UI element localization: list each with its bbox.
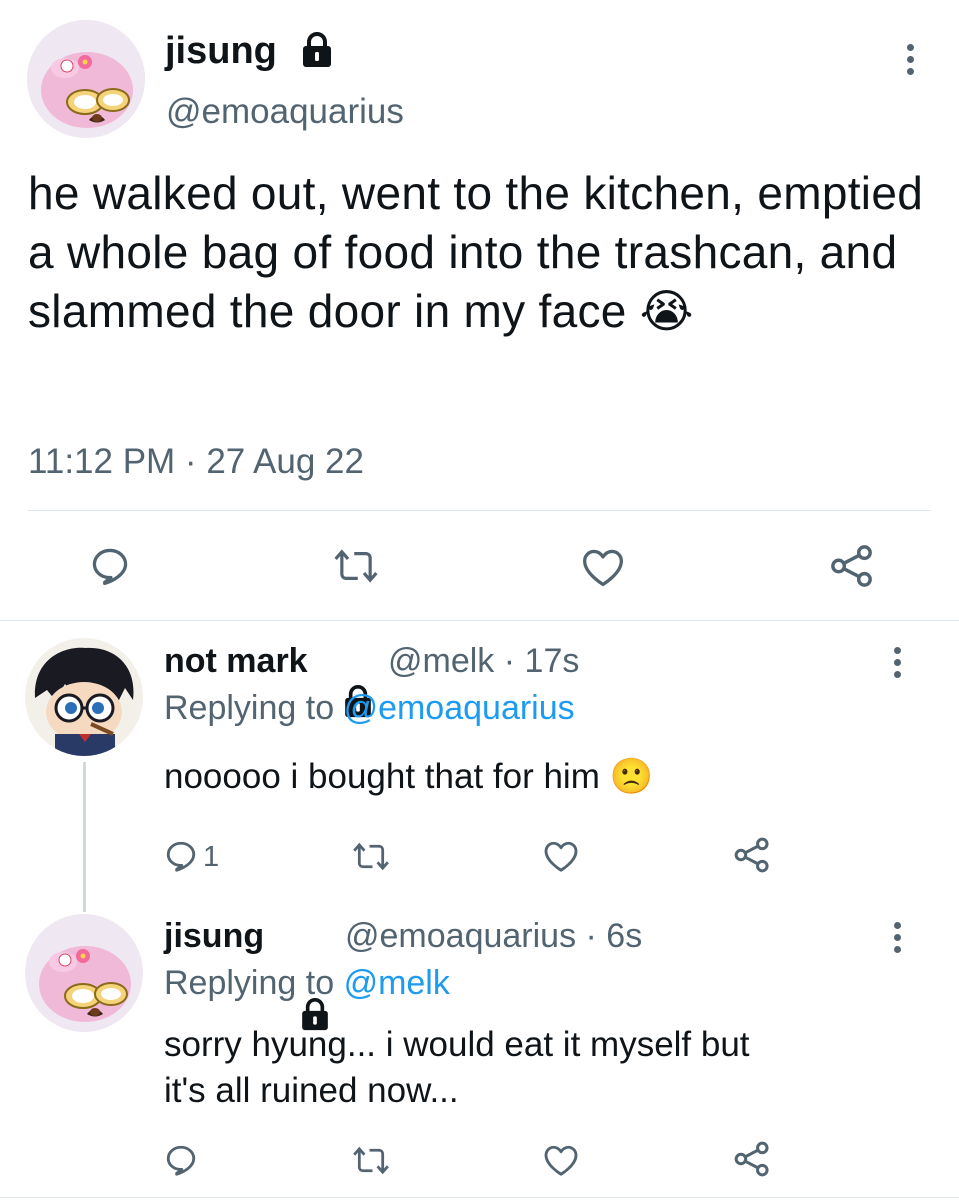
- reply-icon[interactable]: [163, 1142, 199, 1178]
- reply-text: nooooo i bought that for him 🙁: [164, 757, 654, 796]
- reply-icon[interactable]: [163, 838, 199, 874]
- relative-time[interactable]: · 6s: [586, 917, 643, 955]
- handle[interactable]: @emoaquarius: [345, 917, 576, 955]
- display-name[interactable]: not mark: [164, 640, 308, 682]
- handle-time-row: @emoaquarius · 6s: [345, 915, 642, 957]
- retweet-icon[interactable]: [352, 1144, 390, 1177]
- avatar-image: [25, 638, 143, 756]
- mention-link[interactable]: @melk: [344, 964, 450, 1002]
- share-icon[interactable]: [733, 836, 771, 874]
- main-tweet: jisung @emoaquarius he walked out, went …: [0, 0, 959, 621]
- reply-icon[interactable]: [88, 544, 132, 588]
- retweet-icon[interactable]: [352, 840, 390, 873]
- display-name[interactable]: jisung: [165, 28, 277, 74]
- relative-time[interactable]: · 17s: [504, 642, 580, 680]
- reply-text: sorry hyung... i would eat it myself but…: [164, 1022, 750, 1114]
- handle[interactable]: @melk: [388, 642, 494, 680]
- reply-count: 1: [203, 841, 220, 873]
- more-icon[interactable]: [900, 44, 920, 80]
- like-icon[interactable]: [543, 839, 579, 873]
- avatar-image: [25, 914, 143, 1032]
- divider: [0, 1197, 959, 1198]
- avatar-image: [27, 20, 145, 138]
- timestamp[interactable]: 11:12 PM · 27 Aug 22: [28, 441, 364, 483]
- replying-label: Replying to: [164, 689, 335, 727]
- avatar[interactable]: [27, 20, 145, 138]
- mention-link[interactable]: @emoaquarius: [344, 689, 575, 727]
- avatar[interactable]: [25, 914, 143, 1032]
- reply-text-line: sorry hyung... i would eat it myself but: [164, 1025, 750, 1064]
- share-icon[interactable]: [829, 544, 875, 588]
- replying-to: Replying to @melk: [164, 962, 450, 1004]
- tweet-text: he walked out, went to the kitchen, empt…: [28, 167, 924, 337]
- handle-time-row: @melk · 17s: [388, 640, 579, 682]
- more-icon[interactable]: [887, 922, 907, 958]
- share-icon[interactable]: [733, 1140, 771, 1178]
- reply-text-line: it's all ruined now...: [164, 1071, 459, 1110]
- divider: [28, 510, 931, 511]
- lock-icon: [298, 32, 336, 73]
- retweet-icon[interactable]: [333, 546, 379, 586]
- display-name[interactable]: jisung: [164, 915, 264, 957]
- like-icon[interactable]: [581, 546, 625, 588]
- more-icon[interactable]: [887, 647, 907, 683]
- avatar[interactable]: [25, 638, 143, 756]
- thread-line: [83, 762, 86, 912]
- replying-to: Replying to @emoaquarius: [164, 687, 575, 729]
- divider: [0, 620, 959, 621]
- replying-label: Replying to: [164, 964, 335, 1002]
- handle[interactable]: @emoaquarius: [166, 91, 404, 133]
- like-icon[interactable]: [543, 1143, 579, 1177]
